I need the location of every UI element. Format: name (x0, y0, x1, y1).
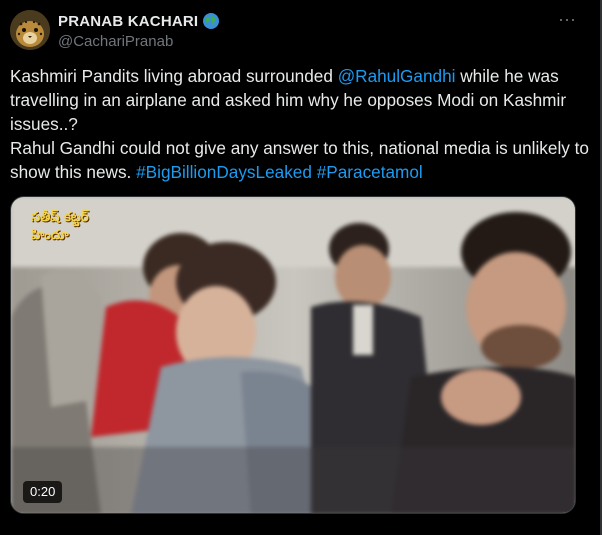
author-handle[interactable]: @CachariPranab (58, 33, 173, 50)
tweet-text-part1: Kashmiri Pandits living abroad surrounde… (10, 66, 338, 86)
channel-logo: సతీష్ కట్టర్ హిందూ (31, 209, 93, 253)
video-thumbnail (11, 197, 575, 513)
globe-icon (202, 12, 220, 30)
hashtag-link[interactable]: #BigBillionDaysLeaked (136, 162, 312, 182)
channel-logo-line2: హిందూ (31, 228, 69, 243)
tweet-text: Kashmiri Pandits living abroad surrounde… (10, 64, 590, 184)
channel-logo-line1: సతీష్ కట్టర్ (31, 210, 89, 225)
more-options-button[interactable]: ··· (556, 9, 578, 30)
author-avatar[interactable] (10, 10, 50, 50)
mention-link[interactable]: @RahulGandhi (338, 66, 456, 86)
tweet-card[interactable]: PRANAB KACHARI @CachariPranab ··· Kashmi… (0, 0, 602, 535)
more-icon: ··· (558, 9, 576, 29)
video-duration-badge: 0:20 (23, 481, 63, 503)
hashtag-link[interactable]: #Paracetamol (317, 162, 423, 182)
leopard-avatar-icon (10, 10, 50, 50)
video-player[interactable]: సతీష్ కట్టర్ హిందూ 0:20 (10, 196, 576, 514)
author-name-row[interactable]: PRANAB KACHARI (58, 12, 220, 30)
author-display-name[interactable]: PRANAB KACHARI (58, 13, 198, 30)
